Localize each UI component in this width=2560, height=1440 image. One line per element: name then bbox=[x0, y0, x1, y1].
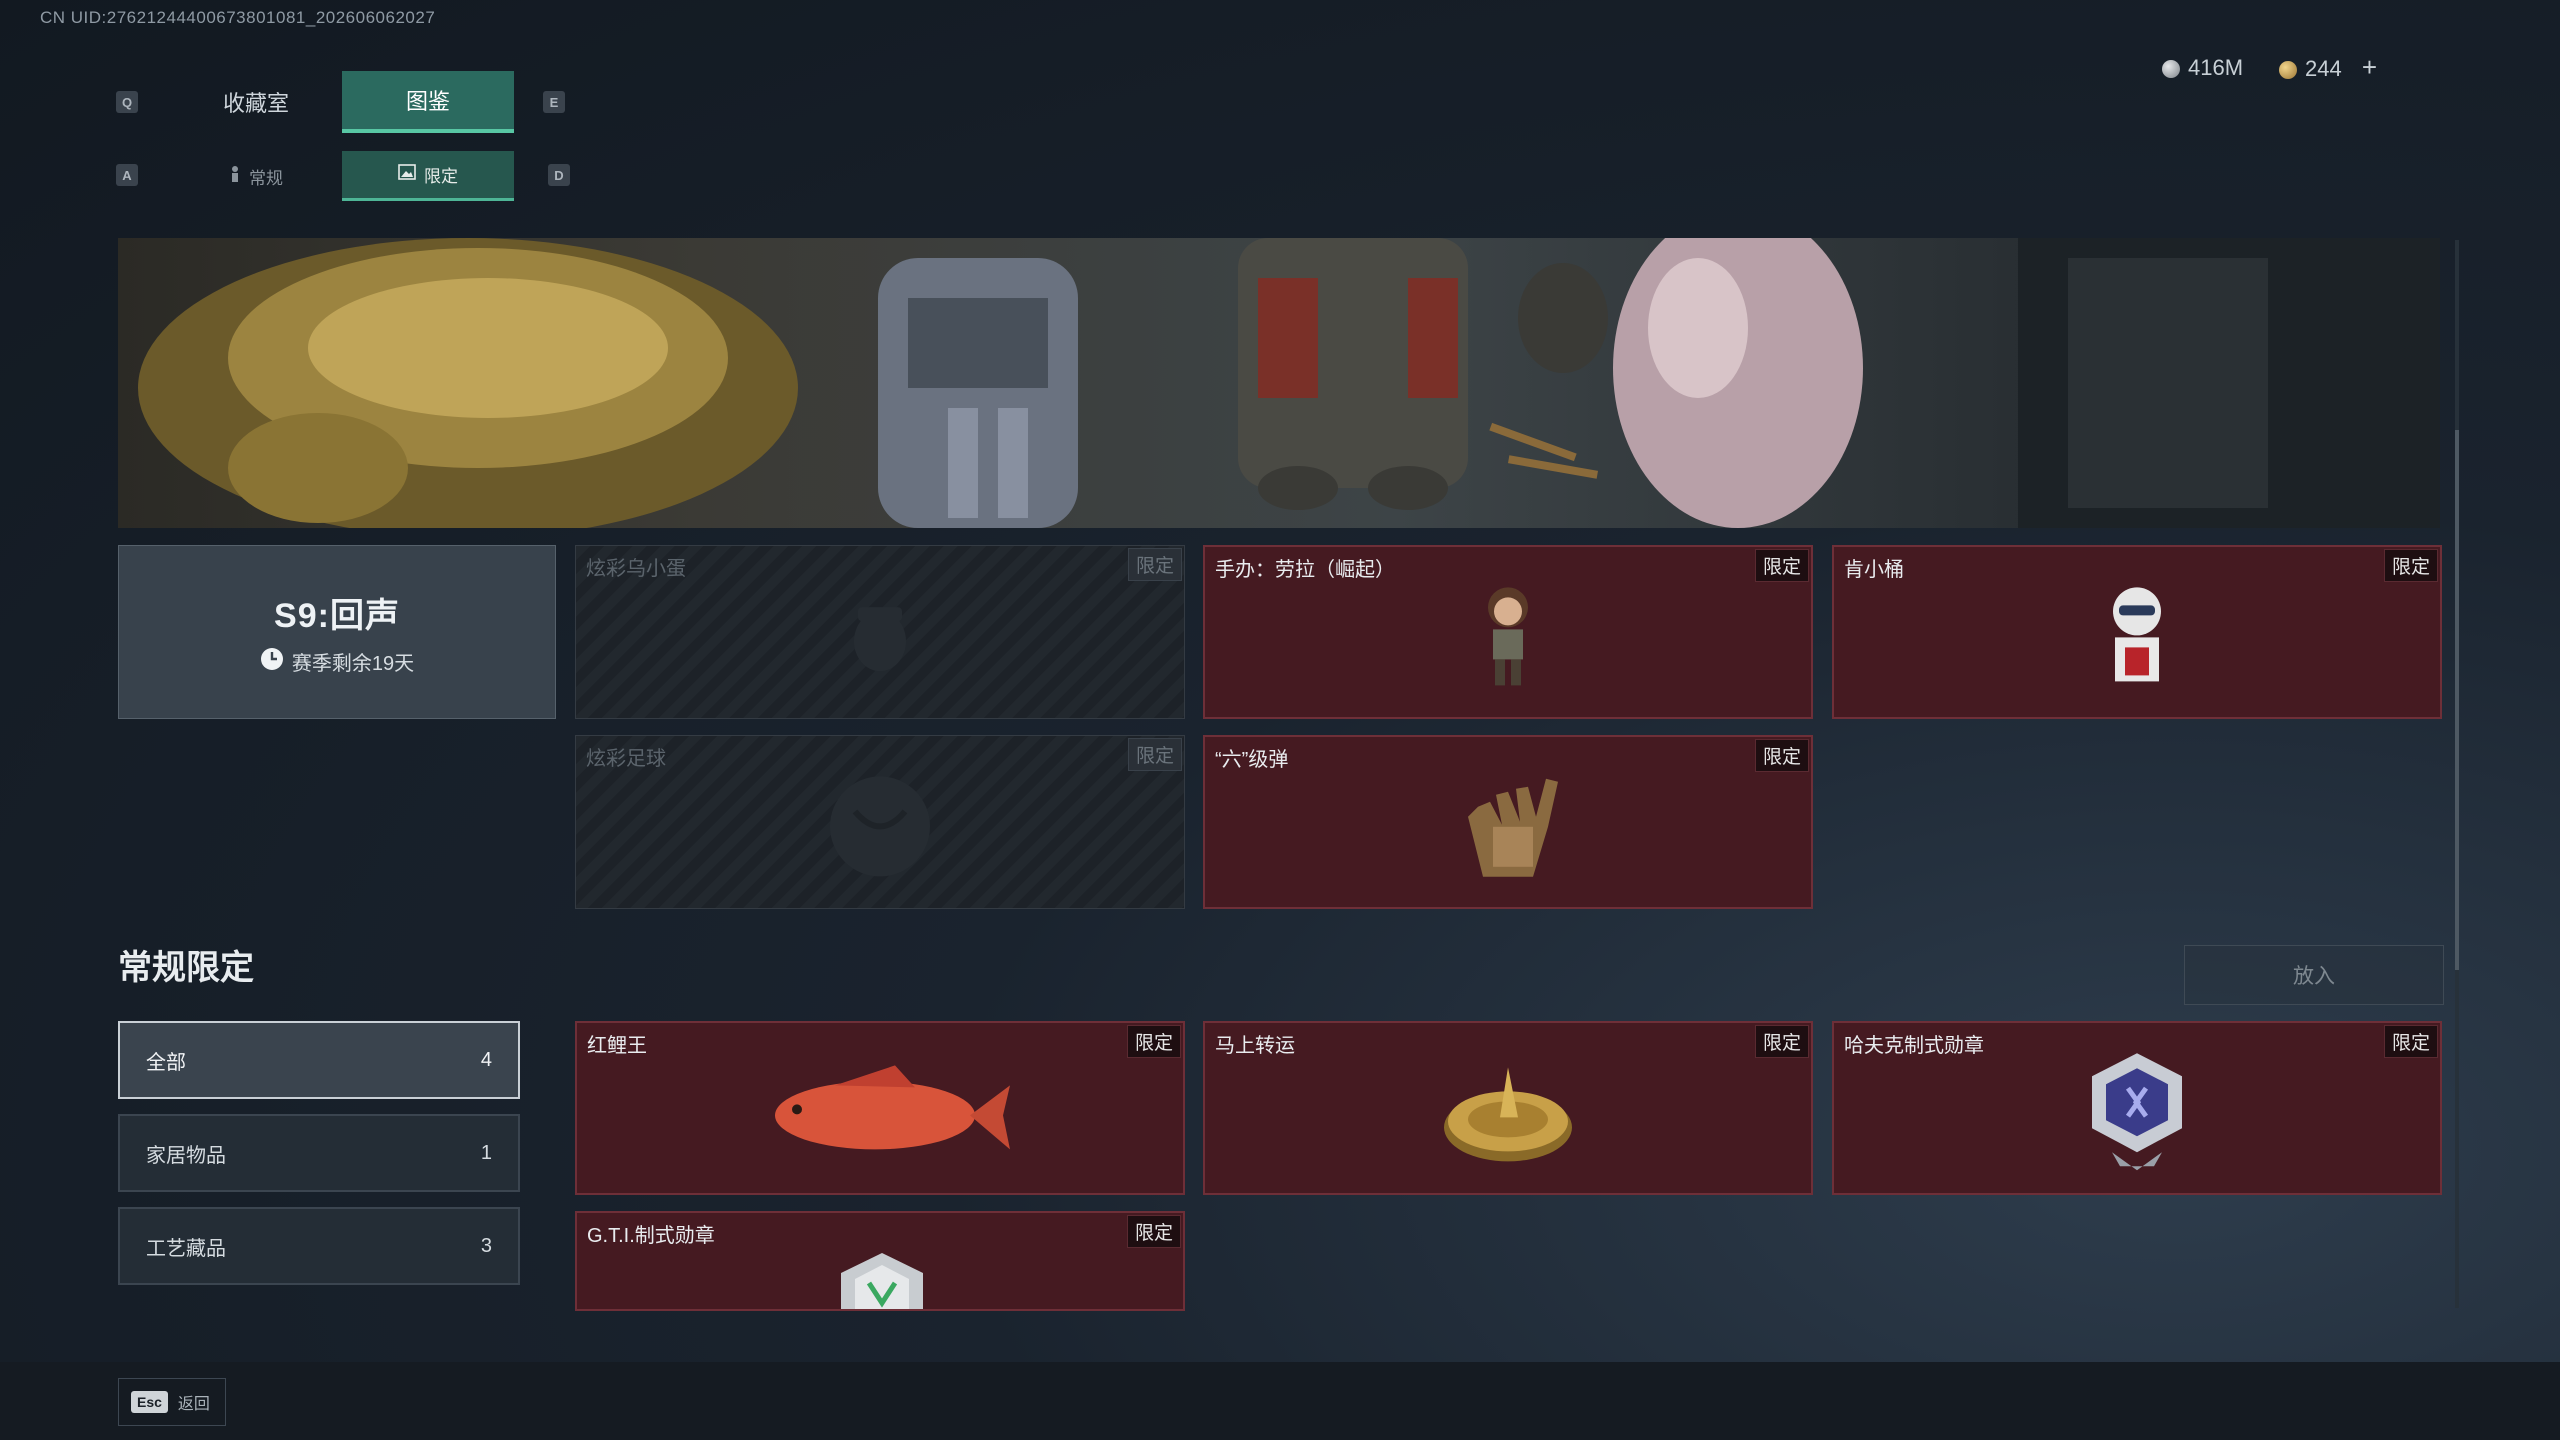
limited-badge: 限定 bbox=[1127, 738, 1182, 771]
hand-bullet-icon bbox=[1468, 778, 1558, 877]
filter-home-items[interactable]: 家居物品 1 bbox=[118, 1114, 520, 1192]
limited-badge: 限定 bbox=[1754, 549, 1809, 582]
section-title: 常规限定 bbox=[118, 949, 254, 987]
limited-badge: 限定 bbox=[2383, 549, 2438, 582]
filter-all[interactable]: 全部 4 bbox=[118, 1021, 520, 1099]
item-name: 炫彩足球 bbox=[586, 748, 666, 770]
carp-fish-icon bbox=[775, 1065, 1010, 1150]
subtab-label: 限定 bbox=[424, 167, 458, 186]
filter-label: 全部 bbox=[146, 1051, 186, 1074]
back-label: 返回 bbox=[177, 1396, 210, 1413]
item-name: 马上转运 bbox=[1215, 1035, 1295, 1057]
item-name: 炫彩乌小蛋 bbox=[586, 558, 686, 580]
season-remaining: 赛季剩余19天 bbox=[260, 647, 414, 677]
scrollbar-thumb[interactable] bbox=[2455, 430, 2459, 970]
main-tab-bar: 收藏室 图鉴 bbox=[170, 71, 514, 133]
season-banner-image bbox=[118, 238, 2440, 528]
item-card-haavk-medal[interactable]: 哈夫克制式勋章 限定 bbox=[1832, 1021, 2442, 1195]
filter-craft-items[interactable]: 工艺藏品 3 bbox=[118, 1207, 520, 1285]
footer-bar bbox=[0, 1362, 2560, 1440]
next-tab-key[interactable]: E bbox=[543, 91, 565, 113]
haavk-medal-icon bbox=[2092, 1053, 2182, 1171]
figure-icon bbox=[229, 165, 241, 188]
limited-badge: 限定 bbox=[1127, 548, 1182, 581]
item-name: “六”级弹 bbox=[1215, 749, 1289, 771]
item-card-six-bullet[interactable]: “六”级弹 限定 bbox=[1203, 735, 1813, 909]
season-title: S9:回声 bbox=[274, 596, 400, 635]
filter-label: 家居物品 bbox=[146, 1144, 226, 1167]
gold-coin-icon bbox=[2279, 61, 2298, 80]
filter-count: 3 bbox=[480, 1234, 492, 1257]
tab-catalog[interactable]: 图鉴 bbox=[342, 71, 514, 133]
subtab-limited[interactable]: 限定 bbox=[342, 151, 514, 201]
item-card-red-carp[interactable]: 红鲤王 限定 bbox=[575, 1021, 1185, 1195]
item-name: 哈夫克制式勋章 bbox=[1844, 1035, 1984, 1057]
put-in-button[interactable]: 放入 bbox=[2184, 945, 2444, 1005]
filter-label: 工艺藏品 bbox=[146, 1237, 226, 1260]
add-currency-button[interactable]: + bbox=[2362, 52, 2377, 82]
subtab-label: 常规 bbox=[249, 168, 283, 188]
subtab-regular[interactable]: 常规 bbox=[170, 151, 342, 201]
item-card-gti-medal[interactable]: G.T.I.制式勋章 限定 bbox=[575, 1211, 1185, 1311]
limited-badge: 限定 bbox=[1126, 1215, 1181, 1248]
item-card-lucky-horse[interactable]: 马上转运 限定 bbox=[1203, 1021, 1813, 1195]
silver-currency: 416M bbox=[2162, 55, 2243, 81]
item-card-colorful-football[interactable]: 炫彩足球 限定 bbox=[575, 735, 1185, 909]
filter-count: 4 bbox=[480, 1048, 492, 1071]
tab-label: 图鉴 bbox=[405, 89, 450, 114]
item-name: G.T.I.制式勋章 bbox=[587, 1225, 715, 1247]
limited-badge: 限定 bbox=[1126, 1025, 1181, 1058]
item-card-ken-bucket[interactable]: 肯小桶 限定 bbox=[1832, 545, 2442, 719]
limited-badge: 限定 bbox=[2383, 1025, 2438, 1058]
silver-coin-icon bbox=[2162, 59, 2180, 78]
item-name: 红鲤王 bbox=[587, 1035, 647, 1057]
prev-subtab-key[interactable]: A bbox=[116, 164, 138, 186]
next-subtab-key[interactable]: D bbox=[548, 164, 570, 186]
prev-tab-key[interactable]: Q bbox=[116, 91, 138, 113]
golden-compass-icon bbox=[1444, 1067, 1572, 1162]
gold-currency: 244 + bbox=[2279, 52, 2377, 83]
item-name: 肯小桶 bbox=[1844, 559, 1904, 581]
ken-bucket-icon bbox=[2113, 587, 2161, 682]
tab-collection-room[interactable]: 收藏室 bbox=[170, 71, 342, 133]
filter-count: 1 bbox=[480, 1141, 492, 1164]
tab-label: 收藏室 bbox=[222, 91, 289, 116]
football-silhouette-icon bbox=[830, 776, 930, 877]
esc-key: Esc bbox=[131, 1391, 168, 1413]
item-name: 手办：劳拉（崛起） bbox=[1215, 559, 1395, 581]
uid-text: CN UID:27621244400673801081_202606062027 bbox=[40, 8, 436, 27]
currency-bar: 416M 244 + bbox=[2162, 52, 2377, 83]
back-button[interactable]: Esc 返回 bbox=[118, 1378, 226, 1426]
clock-icon bbox=[260, 647, 284, 677]
lara-figure-icon bbox=[1488, 587, 1528, 686]
sub-tab-bar: 常规 限定 bbox=[170, 151, 514, 201]
item-card-lara-figure[interactable]: 手办：劳拉（崛起） 限定 bbox=[1203, 545, 1813, 719]
limited-badge: 限定 bbox=[1754, 1025, 1809, 1058]
season-info-panel: S9:回声 赛季剩余19天 bbox=[118, 545, 556, 719]
image-icon bbox=[398, 164, 416, 185]
limited-badge: 限定 bbox=[1754, 739, 1809, 772]
gti-medal-icon bbox=[841, 1253, 923, 1309]
item-card-colorful-egg[interactable]: 炫彩乌小蛋 限定 bbox=[575, 545, 1185, 719]
egg-silhouette-icon bbox=[854, 607, 906, 672]
